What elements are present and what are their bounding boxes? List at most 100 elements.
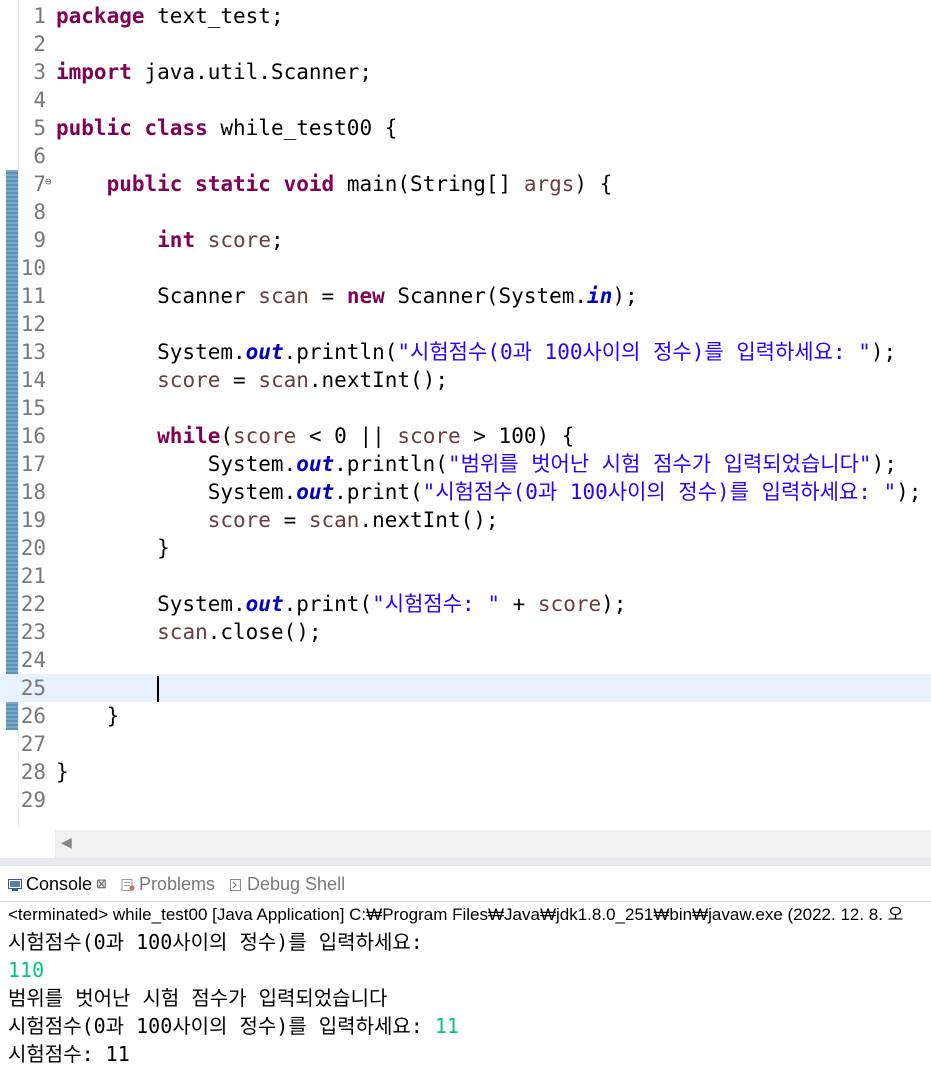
line-number: 28 [20,760,46,784]
line-number: 13 [20,340,46,364]
code-line[interactable]: 12 [0,310,931,338]
code-text: System.out.println("시험점수(0과 100사이의 정수)를 … [56,340,897,364]
line-number: 27 [20,732,46,756]
tab-console-label: Console [26,874,93,894]
code-line[interactable]: 6 [0,142,931,170]
code-line[interactable]: 1 package text_test; [0,2,931,30]
console-user-input: 11 [434,1014,459,1038]
code-line[interactable]: 18 System.out.print("시험점수(0과 100사이의 정수)를… [0,478,931,506]
code-line[interactable]: 16 while(score < 0 || score > 100) { [0,422,931,450]
line-number: 19 [20,508,46,532]
line-number: 25 [20,676,46,700]
code-line[interactable]: 11 Scanner scan = new Scanner(System.in)… [0,282,931,310]
code-line[interactable]: 10 [0,254,931,282]
code-text: score = scan.nextInt(); [207,508,499,532]
code-line[interactable]: 17 System.out.println("범위를 벗어난 시험 점수가 입력… [0,450,931,478]
code-line[interactable]: 23 scan.close(); [0,618,931,646]
code-line[interactable]: 26 } [0,702,931,730]
code-line[interactable]: 7 ⊖ public static void main(String[] args… [0,170,931,198]
code-text: System.out.println("범위를 벗어난 시험 점수가 입력되었습… [56,452,897,476]
code-line[interactable]: 28} [0,758,931,786]
code-text: } [56,704,120,728]
code-line[interactable]: 24 [0,646,931,674]
tab-debug-shell[interactable]: Debug Shell [229,873,345,895]
line-number: 23 [20,620,46,644]
console-output-text: 범위를 벗어난 시험 점수가 입력되었습니다 [8,986,388,1010]
fold-collapse-icon[interactable]: ⊖ [45,168,52,196]
tab-console[interactable]: Console ⊠ [8,873,107,895]
code-text: scan.close(); [157,620,322,644]
line-number: 9 [33,228,46,252]
code-text: score = scan.nextInt(); [157,368,448,392]
line-number: 18 [20,480,46,504]
line-number: 14 [20,368,46,392]
console-output-line: 시험점수(0과 100사이의 정수)를 입력하세요: [8,928,928,956]
code-text: public class while_test00 { [56,116,398,140]
console-output[interactable]: 시험점수(0과 100사이의 정수)를 입력하세요: 110 범위를 벗어난 시험… [8,928,928,1068]
code-line[interactable]: 25 [0,674,931,702]
code-text: } [56,536,170,560]
line-number: 3 [33,60,46,84]
console-output-line: 110 [8,956,928,984]
code-text: import java.util.Scanner; [56,60,373,84]
code-text: System.out.print("시험점수: " + score); [56,592,627,616]
code-line[interactable]: 14 score = scan.nextInt(); [0,366,931,394]
scroll-left-arrow-icon[interactable]: ◀ [61,835,72,851]
horizontal-scrollbar[interactable]: ◀ [55,830,931,858]
code-text: int score; [157,228,284,252]
code-line[interactable]: 3 import java.util.Scanner; [0,58,931,86]
code-area[interactable]: 1 package text_test; 2 3 import java.util.Sc… [0,2,931,814]
code-line[interactable]: 2 [0,30,931,58]
line-number: 22 [20,592,46,616]
line-number: 17 [20,452,46,476]
problems-icon [121,879,135,892]
console-output-line: 범위를 벗어난 시험 점수가 입력되었습니다 [8,984,928,1012]
code-line[interactable]: 27 [0,730,931,758]
console-status-line: <terminated> while_test00 [Java Applicat… [0,901,931,927]
code-text [56,674,160,702]
line-number: 1 [33,4,46,28]
code-line[interactable]: 19 score = scan.nextInt(); [0,506,931,534]
line-number: 2 [33,32,46,56]
console-output-text: 시험점수: 11 [8,1042,130,1066]
console-tab-bar: Console ⊠ Problems Debug Shell [0,866,931,900]
code-line[interactable]: 8 [0,198,931,226]
code-line[interactable]: 22 System.out.print("시험점수: " + score); [0,590,931,618]
code-text: Scanner scan = new Scanner(System.in); [56,284,638,308]
line-number: 26 [20,704,46,728]
code-line[interactable]: 4 [0,86,931,114]
line-number: 21 [20,564,46,588]
code-line[interactable]: 20 } [0,534,931,562]
code-editor[interactable]: 1 package text_test; 2 3 import java.util.Sc… [0,0,931,858]
tab-debug-shell-label: Debug Shell [247,874,346,894]
console-output-line: 시험점수(0과 100사이의 정수)를 입력하세요: 11 [8,1012,928,1040]
console-icon [8,879,22,892]
line-number: 4 [33,88,46,112]
line-number: 16 [20,424,46,448]
line-number: 29 [20,788,46,812]
close-icon[interactable]: ⊠ [96,876,107,891]
line-number: 11 [20,284,46,308]
code-line[interactable]: 13 System.out.println("시험점수(0과 100사이의 정수… [0,338,931,366]
debug-shell-icon [230,879,241,892]
console-output-text: 시험점수(0과 100사이의 정수)를 입력하세요: [8,1014,435,1038]
code-text: public static void main(String[] args) { [106,172,613,196]
code-text: } [56,760,69,784]
code-line[interactable]: 29 [0,786,931,814]
console-output-line: 시험점수: 11 [8,1040,928,1068]
code-line[interactable]: 21 [0,562,931,590]
code-line[interactable]: 15 [0,394,931,422]
line-number: 12 [20,312,46,336]
line-number: 24 [20,648,46,672]
line-number: 5 [33,116,46,140]
code-text: System.out.print("시험점수(0과 100사이의 정수)를 입력… [56,480,922,504]
code-text: while(score < 0 || score > 100) { [157,424,575,448]
console-output-text: 시험점수(0과 100사이의 정수)를 입력하세요: [8,930,435,954]
code-text: package text_test; [56,4,284,28]
code-line[interactable]: 9 int score; [0,226,931,254]
code-line[interactable]: 5 public class while_test00 { [0,114,931,142]
pane-divider[interactable] [0,858,931,866]
line-number: 6 [33,144,46,168]
tab-problems[interactable]: Problems [121,873,215,895]
tab-problems-label: Problems [139,874,216,894]
